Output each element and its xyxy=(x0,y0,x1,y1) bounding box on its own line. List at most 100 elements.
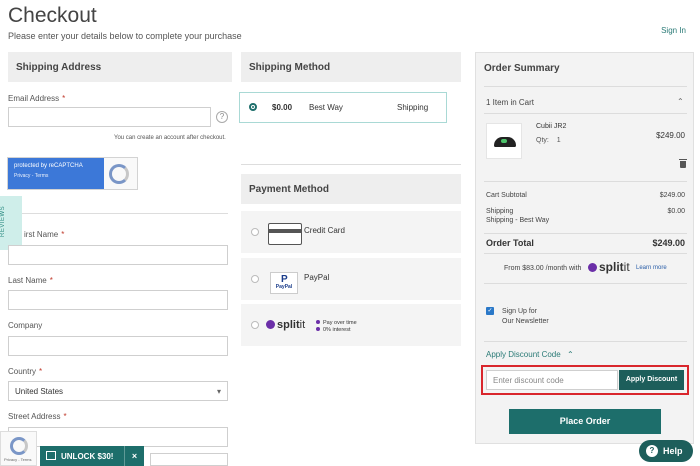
street-field-2[interactable] xyxy=(150,453,228,466)
divider xyxy=(484,283,687,284)
last-name-field[interactable] xyxy=(8,290,228,310)
shipping-option[interactable]: $0.00 Best Way Shipping xyxy=(239,92,447,123)
learn-more-link[interactable]: Learn more xyxy=(636,265,667,271)
help-icon[interactable]: ? xyxy=(216,111,228,123)
paypal-label: PayPal xyxy=(304,273,330,282)
help-label: Help xyxy=(663,446,683,456)
place-order-button[interactable]: Place Order xyxy=(509,409,661,434)
page-title: Checkout xyxy=(8,4,97,27)
paypal-icon: PayPal xyxy=(270,272,298,294)
order-summary-heading: Order Summary xyxy=(484,63,560,74)
divider xyxy=(484,233,687,234)
divider xyxy=(484,181,687,182)
order-total-label: Order Total xyxy=(486,238,534,248)
trash-icon[interactable] xyxy=(679,159,687,168)
items-count[interactable]: 1 Item in Cart xyxy=(486,98,534,107)
help-button[interactable]: ? Help xyxy=(639,440,693,462)
shipping-carrier: Shipping xyxy=(397,103,429,112)
country-label: Country * xyxy=(8,367,43,376)
shipping-value: $0.00 xyxy=(667,208,685,215)
reviews-tab[interactable]: REVIEWS xyxy=(0,196,22,250)
recaptcha-badge-text: Privacy - Terms xyxy=(4,457,32,462)
subtotal-value: $249.00 xyxy=(659,192,685,199)
splitit-feature: Pay over time xyxy=(316,320,357,327)
discount-link-text: Apply Discount Code xyxy=(486,350,561,359)
splitit-features: Pay over time 0% interest xyxy=(316,320,357,334)
qty-value: 1 xyxy=(556,137,561,144)
credit-card-label: Credit Card xyxy=(304,226,345,235)
recaptcha-links: Privacy - Terms xyxy=(14,173,49,179)
recaptcha-widget[interactable]: protected by reCAPTCHA Privacy - Terms xyxy=(7,157,138,190)
credit-card-icon xyxy=(268,223,302,245)
qty-label: Qty: xyxy=(536,137,549,144)
apply-discount-button[interactable]: Apply Discount xyxy=(619,370,684,390)
newsletter-line: Sign Up for xyxy=(502,308,538,315)
feature-text: 0% interest xyxy=(323,327,351,333)
discount-code-input[interactable]: Enter discount code xyxy=(486,370,618,390)
payment-method-heading: Payment Method xyxy=(241,174,461,204)
close-icon[interactable]: × xyxy=(124,446,144,466)
splitit-text: split xyxy=(599,260,624,274)
divider xyxy=(484,253,687,254)
shipping-label: Shipping xyxy=(486,208,514,215)
payment-option-paypal[interactable]: PayPal PayPal xyxy=(241,258,461,300)
street-field[interactable] xyxy=(8,427,228,447)
product-accent xyxy=(501,139,507,143)
radio-unselected[interactable] xyxy=(251,228,259,236)
gift-icon xyxy=(46,451,56,460)
product-name: Cubii JR2 xyxy=(536,123,567,130)
shipping-address-heading: Shipping Address xyxy=(8,52,232,82)
radio-unselected[interactable] xyxy=(251,321,259,329)
shipping-price: $0.00 xyxy=(272,103,293,112)
product-image xyxy=(486,123,522,159)
recaptcha-logo-icon xyxy=(109,164,129,184)
company-label: Company xyxy=(8,321,43,330)
recaptcha-logo-icon xyxy=(10,437,28,455)
unlock-offer-bar[interactable]: UNLOCK $30! × xyxy=(40,446,144,466)
sign-in-link[interactable]: Sign In xyxy=(661,26,686,35)
chevron-up-icon[interactable]: ⌃ xyxy=(677,97,684,106)
street-label: Street Address * xyxy=(8,412,67,421)
divider xyxy=(484,113,687,114)
splitit-suffix: it xyxy=(299,319,306,331)
splitit-promo-text: From $83.00 /month with xyxy=(504,265,582,272)
first-name-field[interactable] xyxy=(8,245,228,265)
splitit-logo: splitit xyxy=(588,260,630,274)
recaptcha-badge[interactable]: Privacy - Terms xyxy=(0,431,37,466)
newsletter-checkbox[interactable]: ✓ xyxy=(486,307,494,315)
product-price: $249.00 xyxy=(656,131,685,140)
chevron-up-icon: ⌃ xyxy=(566,350,574,359)
newsletter-line: Our Newsletter xyxy=(502,318,549,325)
payment-option-splitit[interactable]: splitit Pay over time 0% interest xyxy=(241,304,461,346)
splitit-dot-icon xyxy=(588,263,597,272)
recaptcha-text: protected by reCAPTCHA xyxy=(14,163,83,169)
feature-dot-icon xyxy=(316,320,320,324)
question-icon: ? xyxy=(646,445,658,457)
email-label: Email Address * xyxy=(8,94,66,103)
product-qty: Qty: 1 xyxy=(536,137,561,144)
page-subtitle: Please enter your details below to compl… xyxy=(8,31,242,41)
recaptcha-panel: protected by reCAPTCHA Privacy - Terms xyxy=(8,158,104,189)
order-total-value: $249.00 xyxy=(652,238,685,248)
radio-unselected[interactable] xyxy=(251,275,259,283)
splitit-suffix: it xyxy=(623,260,630,274)
country-select[interactable]: United States ▾ xyxy=(8,381,228,401)
shipping-method-heading: Shipping Method xyxy=(241,52,461,82)
splitit-dot-icon xyxy=(266,320,275,329)
feature-dot-icon xyxy=(316,327,320,331)
apply-discount-toggle[interactable]: Apply Discount Code ⌃ xyxy=(486,350,574,359)
company-field[interactable] xyxy=(8,336,228,356)
splitit-logo: splitit xyxy=(266,319,305,331)
splitit-text: split xyxy=(277,319,300,331)
divider xyxy=(484,341,687,342)
first-name-label: irst Name * xyxy=(24,230,65,239)
radio-selected[interactable] xyxy=(249,103,257,111)
payment-option-credit-card[interactable]: Credit Card xyxy=(241,211,461,253)
last-name-label: Last Name * xyxy=(8,276,53,285)
divider xyxy=(484,86,687,87)
splitit-feature: 0% interest xyxy=(316,327,357,334)
feature-text: Pay over time xyxy=(323,320,357,326)
divider xyxy=(241,164,461,165)
email-field[interactable] xyxy=(8,107,211,127)
divider xyxy=(8,213,228,214)
